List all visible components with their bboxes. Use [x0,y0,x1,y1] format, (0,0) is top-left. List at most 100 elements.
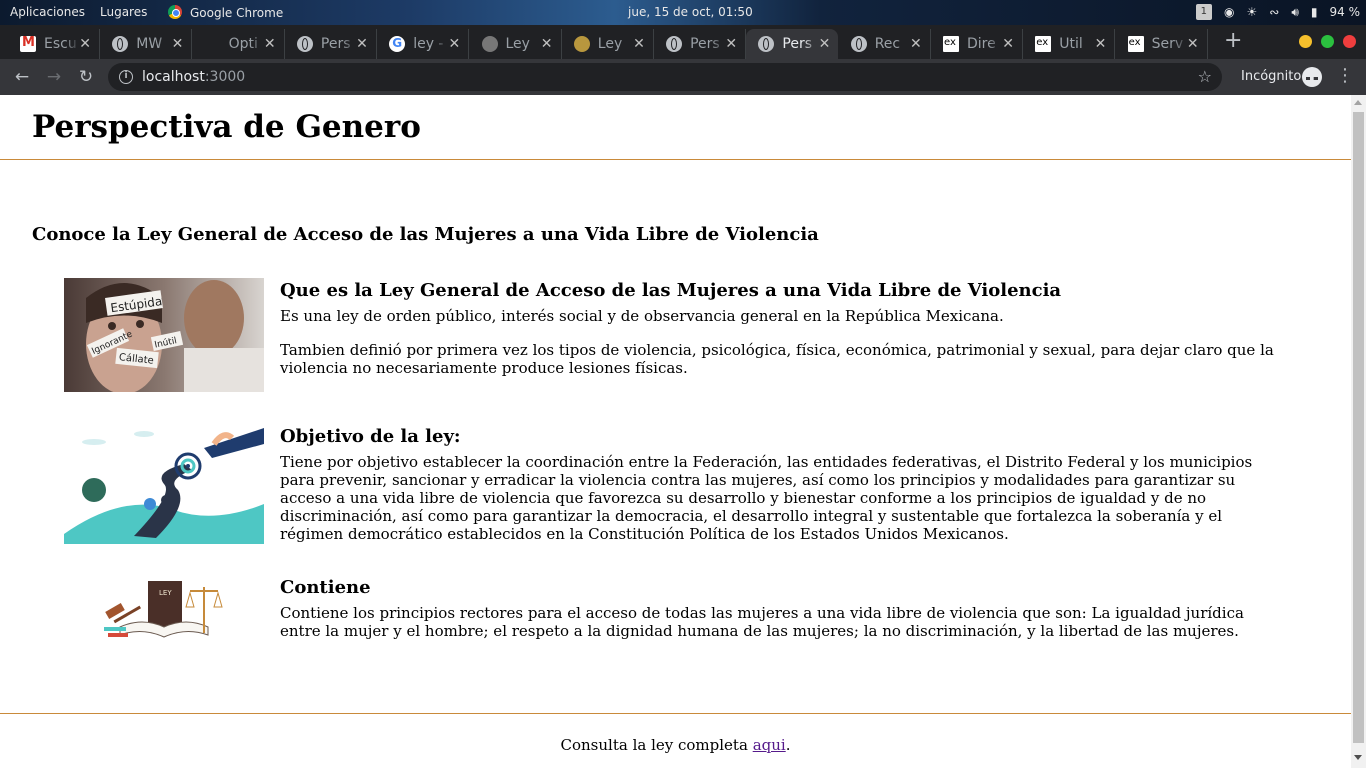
footer-end: . [785,736,791,754]
close-window-button[interactable] [1343,35,1356,48]
globe-icon [850,36,867,52]
ex-icon [943,36,959,52]
tab-close-icon[interactable]: ✕ [172,36,184,52]
page-scrollbar[interactable] [1351,95,1366,768]
browser-tab[interactable]: Util ✕ [1023,29,1116,59]
globe-icon [758,36,775,52]
chrome-icon [168,5,182,19]
card-image-law-book: LEY [64,575,264,645]
volume-icon: 🔊︎ [1291,4,1299,19]
tab-close-icon[interactable]: ✕ [725,36,737,52]
tab-label: Pers [690,36,720,52]
maximize-button[interactable] [1321,35,1334,48]
browser-tab[interactable]: Pers ✕ [654,29,747,59]
scroll-up-arrow-icon[interactable] [1354,100,1362,105]
browser-tab[interactable]: ley -✕ [377,29,470,59]
browser-tab[interactable]: Dire ✕ [931,29,1023,59]
ex-icon [1035,36,1052,52]
tab-close-icon[interactable]: ✕ [1187,36,1199,52]
tab-label: Ley [505,36,530,52]
card-heading: Objetivo de la ley: [280,426,461,447]
browser-tab[interactable]: Pers ✕ [285,29,377,59]
globe-icon [666,36,683,52]
card-paragraph: Tambien definió por primera vez los tipo… [280,341,1274,377]
globe-icon [296,36,313,52]
card-body: Contiene Contiene los principios rectore… [280,575,1284,656]
forward-button[interactable]: → [42,65,66,89]
web-page: Perspectiva de Genero Conoce la Ley Gene… [0,95,1351,768]
browser-tab[interactable]: Escu✕ [8,29,100,59]
scroll-thumb[interactable] [1353,112,1364,743]
tab-label: Util [1059,36,1083,52]
coin-icon [573,36,590,52]
bookmark-star-icon[interactable]: ☆ [1198,63,1212,91]
battery-icon: ▮ [1310,5,1318,19]
menu-kebab-icon[interactable]: ⋮ [1336,65,1354,86]
section-title: Conoce la Ley General de Acceso de las M… [32,224,819,245]
gmail-icon [20,35,36,52]
ex-icon [1127,36,1144,52]
browser-tab[interactable]: Ley ✕ [562,29,654,59]
tab-strip: Escu✕MW✕Opti✕Pers✕ley -✕Ley✕Ley✕Pers✕Per… [0,25,1366,59]
scroll-down-arrow-icon[interactable] [1354,755,1362,760]
tab-close-icon[interactable]: ✕ [356,36,368,52]
system-top-bar: Aplicaciones Lugares Google Chrome jue, … [0,0,1366,25]
blank-icon [205,36,221,52]
card-image-violence: Estúpida Ignorante Cállate Inútil [64,278,264,392]
browser-tab[interactable]: MW ✕ [100,29,193,59]
new-tab-button[interactable]: + [1224,30,1242,52]
tab-close-icon[interactable]: ✕ [1002,36,1014,52]
incognito-label: Incógnito [1241,69,1302,84]
card-body: Que es la Ley General de Acceso de las M… [280,278,1284,393]
tab-label: Rec [874,36,901,52]
tab-close-icon[interactable]: ✕ [448,36,460,52]
battery-level: 94 % [1329,5,1361,19]
browser-tab[interactable]: Rec ✕ [839,29,931,59]
tab-label: ley - [413,36,444,52]
tab-label: Pers [320,36,351,52]
reload-button[interactable]: ↻ [74,65,98,89]
seal-icon [481,36,498,52]
wifi-icon: ∾ [1269,5,1280,19]
system-tray[interactable]: 1 ◉ ☀ ∾ 🔊︎ ▮ 94 % [1195,4,1361,20]
tab-close-icon[interactable]: ✕ [541,36,553,52]
workspace-indicator[interactable]: 1 [1195,4,1213,20]
book-title-text: LEY [159,589,172,597]
clock[interactable]: jue, 15 de oct, 01:50 [628,5,753,19]
tab-label: Pers [782,36,812,52]
tab-close-icon[interactable]: ✕ [1095,36,1107,52]
minimize-button[interactable] [1299,35,1312,48]
places-menu[interactable]: Lugares [100,5,147,19]
tab-close-icon[interactable]: ✕ [264,36,276,52]
footer-divider [0,713,1351,714]
browser-tab[interactable]: Pers ✕ [746,29,839,59]
active-app-menu[interactable]: Google Chrome [168,5,283,20]
site-info-icon[interactable]: i [119,70,133,84]
incognito-icon[interactable] [1302,67,1322,87]
card-image-goal-path [64,424,264,544]
card-heading: Contiene [280,577,371,598]
back-button[interactable]: ← [10,65,34,89]
address-bar[interactable]: i localhost:3000 ☆ [108,63,1222,91]
tab-label: MW [136,36,163,52]
tab-label: Opti [228,36,258,52]
card-body: Objetivo de la ley: Tiene por objetivo e… [280,424,1284,559]
tab-close-icon[interactable]: ✕ [910,36,922,52]
tab-close-icon[interactable]: ✕ [633,36,645,52]
globe-icon [112,36,129,52]
tab-close-icon[interactable]: ✕ [79,36,91,52]
tab-label: Ley [597,36,623,52]
tab-close-icon[interactable]: ✕ [819,36,831,52]
applications-menu[interactable]: Aplicaciones [10,5,85,19]
footer: Consulta la ley completa aqui. [0,736,1351,754]
browser-tab[interactable]: Opti ✕ [193,29,285,59]
browser-tab[interactable]: Serv✕ [1116,29,1208,59]
tab-label: Escu [44,36,77,52]
google-icon [389,36,406,52]
tab-label: Dire [967,36,996,52]
card-paragraph: Es una ley de orden público, interés soc… [280,307,1004,325]
footer-text: Consulta la ley completa [560,736,753,754]
url-host: localhost [142,69,205,85]
full-law-link[interactable]: aqui [753,736,786,754]
browser-tab[interactable]: Ley ✕ [470,29,562,59]
